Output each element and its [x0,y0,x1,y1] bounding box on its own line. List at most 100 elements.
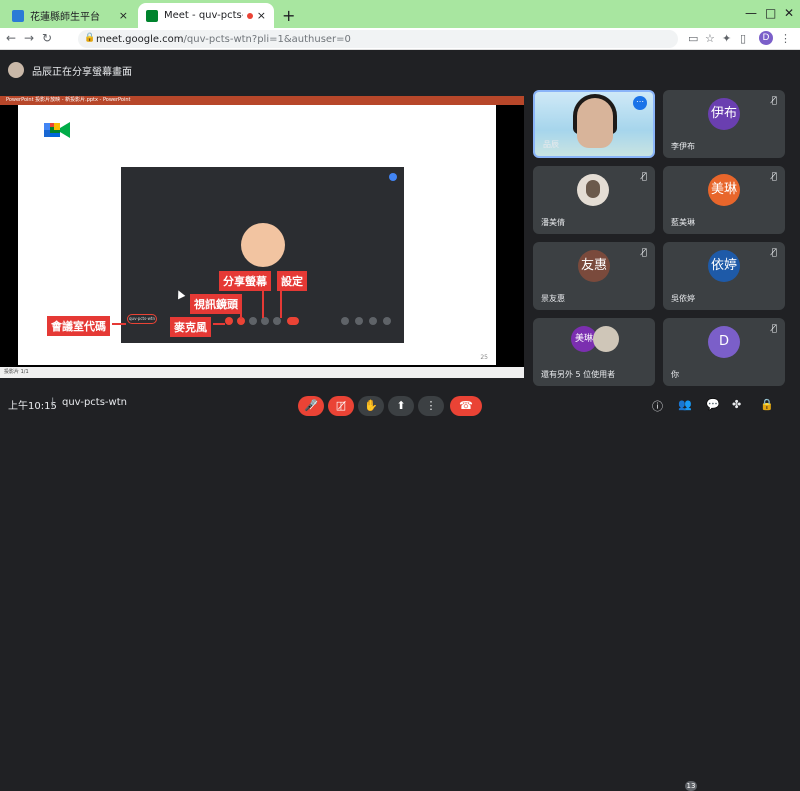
tab-title: Meet - quv-pcts-wtn [164,10,243,21]
participant-avatar: 依婷 [708,250,740,282]
inner-end-call-icon [287,317,299,325]
inner-status-dot [389,173,397,181]
reload-icon[interactable]: ↻ [42,31,52,45]
forward-icon[interactable]: → [24,31,34,45]
host-controls-icon[interactable]: 🔒 [760,398,774,411]
mic-toggle-button[interactable]: 🎤̸ [298,396,324,416]
lock-icon: 🔒 [84,33,96,43]
bookmark-star-icon[interactable]: ☆ [705,32,715,45]
callout-camera: 視訊鏡頭 [190,294,242,314]
close-tab-icon[interactable]: × [119,9,128,22]
mic-off-icon: 🎙̸ [771,324,777,334]
mic-off-icon: 🎙̸ [771,172,777,182]
ppt-title-bar: PowerPoint 投影片放映 - 新投影片.pptx - PowerPoin… [0,96,524,105]
participant-name: 你 [671,370,679,379]
site-favicon-icon [12,9,24,22]
chat-icon[interactable]: 💬 [706,398,720,411]
callout-microphone: 麥克風 [170,317,211,337]
ppt-status-bar: 投影片 1/1 [0,367,524,378]
inner-share-icon [261,317,269,325]
mic-off-icon: 🎙̸ [771,248,777,258]
tile-more-icon[interactable]: ⋯ [633,96,647,110]
participant-tile[interactable]: 🎙̸ 依婷 吳依婷 [663,242,785,310]
inner-hand-icon [249,317,257,325]
inner-meeting-code: quv-pcts-wtn [127,314,157,324]
meet-favicon-icon [146,9,158,22]
minimize-icon[interactable]: — [745,6,757,20]
mic-off-icon: 🎙̸ [641,172,647,182]
meeting-code: quv-pcts-wtn [62,397,127,408]
url-input[interactable]: 🔒 meet.google.com/quv-pcts-wtn?pli=1&aut… [78,30,678,48]
slide-page-number: 25 [480,354,488,361]
participant-avatar: 友惠 [578,250,610,282]
close-tab-icon[interactable]: × [257,9,266,22]
profile-avatar[interactable]: D [759,31,773,45]
presenting-banner: 品辰正在分享螢幕畫面 [0,50,800,90]
inner-chat-icon [369,317,377,325]
presenter-avatar [8,62,24,78]
browser-tab-strip: 花蓮縣師生平台 × Meet - quv-pcts-wtn × + — □ ✕ [0,0,800,28]
participant-avatar: 美琳 [708,174,740,206]
url-path: /quv-pcts-wtn?pli=1&authuser=0 [183,33,351,45]
google-meet-logo-icon [44,122,70,138]
close-window-icon[interactable]: ✕ [784,6,794,20]
inner-activities-icon [383,317,391,325]
participant-name: 藍美琳 [671,218,695,227]
participant-face [577,98,613,148]
callout-line-share [262,286,264,318]
participant-tile[interactable]: 🎙̸ 潘美倩 [533,166,655,234]
participant-tile[interactable]: 🎙̸ 伊布 李伊布 [663,90,785,158]
more-options-button[interactable]: ⋮ [418,396,444,416]
mic-off-icon: 🎙̸ [771,96,777,106]
participant-name: 潘美倩 [541,218,565,227]
menu-kebab-icon[interactable]: ⋮ [780,32,791,45]
camera-permission-icon[interactable]: ▭ [688,32,698,45]
participant-name: 景友惠 [541,294,565,303]
separator: | [51,397,55,408]
callout-line-code [112,323,126,325]
inner-info-icon [341,317,349,325]
tab-teacher-platform[interactable]: 花蓮縣師生平台 × [4,3,136,28]
inner-people-icon [355,317,363,325]
participant-tile[interactable]: 🎙̸ 美琳 藍美琳 [663,166,785,234]
more-participants-label: 還有另外 5 位使用者 [541,370,616,379]
new-tab-button[interactable]: + [282,6,295,25]
meet-control-bar: 上午10:15 | quv-pcts-wtn 🎤̸ ◫̸ ✋ ⬆ ⋮ ☎ ⓘ 👥… [0,388,800,791]
raise-hand-button[interactable]: ✋ [358,396,384,416]
meeting-info-icon[interactable]: ⓘ [652,398,663,414]
callout-meeting-code: 會議室代碼 [47,316,110,336]
inner-mic-icon [225,317,233,325]
people-count-badge: 13 [685,781,697,791]
callout-line-mic [213,323,225,325]
mic-off-icon: 🎙̸ [641,248,647,258]
url-host: meet.google.com [96,33,184,45]
self-avatar: D [708,326,740,358]
callout-line-camera [240,309,242,319]
callout-line-settings [280,286,282,318]
participant-tile[interactable]: 🎙̸ 友惠 景友惠 [533,242,655,310]
camera-toggle-button[interactable]: ◫̸ [328,396,354,416]
end-call-button[interactable]: ☎ [450,396,482,416]
participant-tile[interactable]: ⋯ 品辰 [533,90,655,158]
participant-photo-avatar [593,326,619,352]
more-participants-tile[interactable]: 美琳 還有另外 5 位使用者 [533,318,655,386]
maximize-icon[interactable]: □ [765,6,776,20]
back-icon[interactable]: ← [6,31,16,45]
participant-name: 李伊布 [671,142,695,151]
sidebar-icon[interactable]: ▯ [740,32,746,45]
tab-title: 花蓮縣師生平台 [30,12,100,23]
people-icon[interactable]: 👥 [678,398,692,411]
inner-participant-avatar [241,223,285,267]
presenting-text: 品辰正在分享螢幕畫面 [32,67,132,78]
tab-meet[interactable]: Meet - quv-pcts-wtn × [138,3,274,28]
inner-more-icon [273,317,281,325]
participant-avatar: 伊布 [708,98,740,130]
extensions-icon[interactable]: ✦ [722,32,731,45]
present-button[interactable]: ⬆ [388,396,414,416]
participant-photo-avatar [577,174,609,206]
participant-name: 品辰 [543,140,559,149]
self-tile[interactable]: 🎙̸ D 你 [663,318,785,386]
activities-icon[interactable]: ✤ [732,398,741,411]
address-bar-row: ← → ↻ 🔒 meet.google.com/quv-pcts-wtn?pli… [0,28,800,50]
clock-time: 上午10:15 [8,401,57,412]
